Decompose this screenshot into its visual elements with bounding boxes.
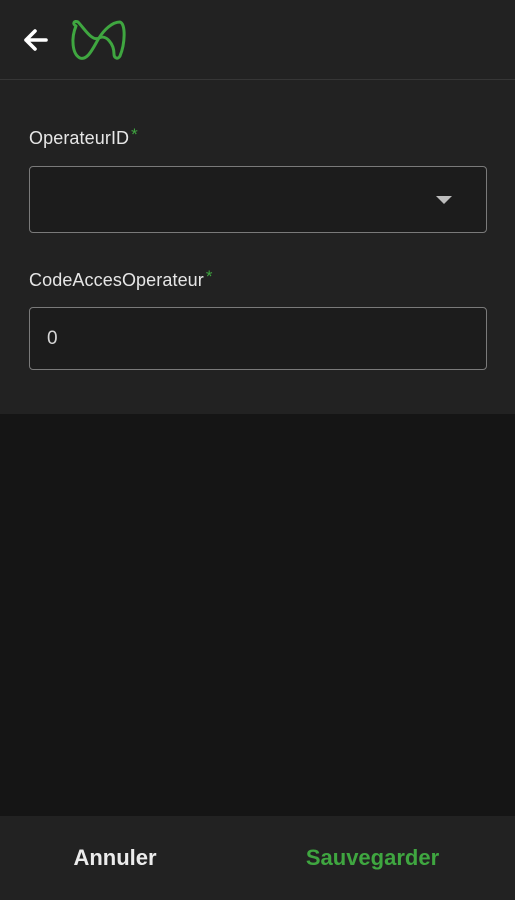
code-acces-label-text: CodeAccesOperateur bbox=[29, 270, 204, 290]
code-acces-field-box bbox=[29, 307, 487, 370]
cancel-button[interactable]: Annuler bbox=[40, 816, 190, 900]
form-panel: OperateurID * CodeAccesOperateur * bbox=[0, 80, 515, 414]
save-button[interactable]: Sauvegarder bbox=[285, 816, 460, 900]
code-acces-label: CodeAccesOperateur * bbox=[29, 267, 213, 291]
back-button[interactable] bbox=[18, 22, 54, 58]
operateur-id-select[interactable] bbox=[29, 166, 487, 233]
required-asterisk: * bbox=[205, 267, 213, 286]
action-bar: Annuler Sauvegarder bbox=[0, 816, 515, 900]
operateur-id-label-text: OperateurID bbox=[29, 128, 130, 148]
app-header bbox=[0, 0, 515, 80]
operateur-id-label: OperateurID * bbox=[29, 125, 138, 149]
chevron-down-icon bbox=[436, 196, 452, 204]
code-acces-input[interactable] bbox=[30, 308, 486, 369]
brand-logo-icon bbox=[70, 16, 128, 64]
required-asterisk: * bbox=[131, 125, 138, 144]
arrow-left-icon bbox=[24, 29, 48, 51]
app-window: OperateurID* CodeAccesOperateur* Annuler… bbox=[0, 0, 515, 900]
